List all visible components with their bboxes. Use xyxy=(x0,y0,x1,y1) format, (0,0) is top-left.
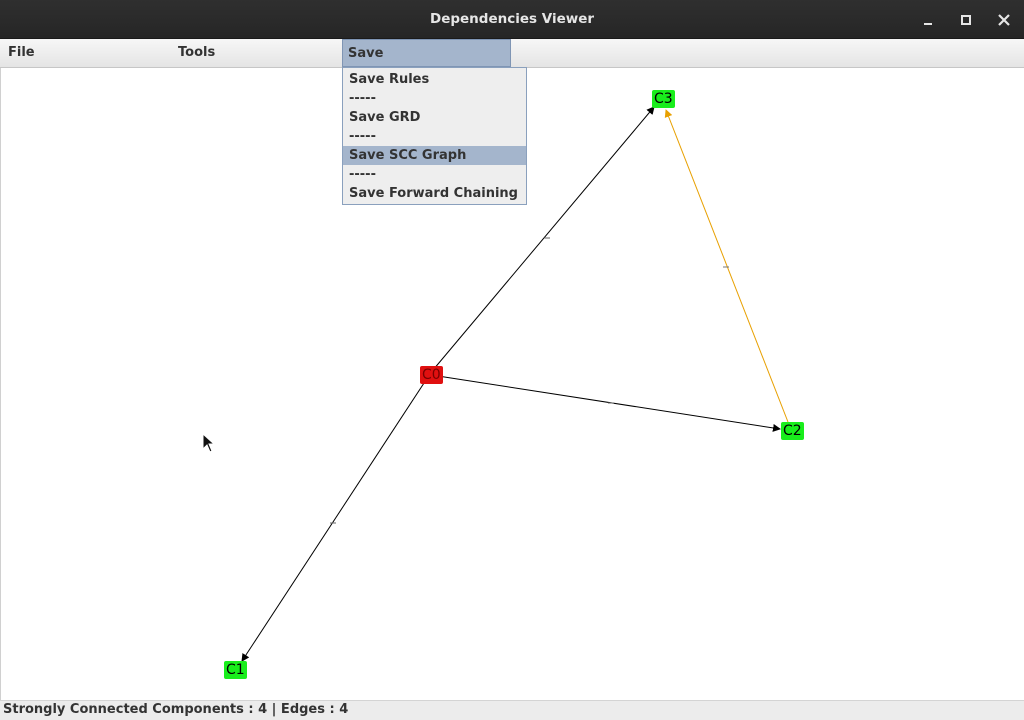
menu-separator: ----- xyxy=(349,91,376,106)
menu-item-save-grd[interactable]: Save GRD xyxy=(343,108,526,127)
node-c2[interactable]: C2 xyxy=(781,422,804,440)
status-bar: Strongly Connected Components : 4 | Edge… xyxy=(0,700,1024,720)
maximize-icon[interactable] xyxy=(956,10,976,30)
edge-c0-c1 xyxy=(241,379,427,662)
status-text: Strongly Connected Components : 4 | Edge… xyxy=(3,702,349,717)
minimize-icon[interactable] xyxy=(918,10,938,30)
close-icon[interactable] xyxy=(994,10,1014,30)
window-title: Dependencies Viewer xyxy=(429,11,595,27)
menu-separator: ----- xyxy=(349,167,376,182)
menu-save[interactable]: Save xyxy=(342,39,511,67)
node-c1[interactable]: C1 xyxy=(224,661,247,679)
menu-separator: ----- xyxy=(349,129,376,144)
mouse-pointer-icon xyxy=(202,432,216,457)
node-c0[interactable]: C0 xyxy=(420,366,443,384)
node-c3[interactable]: C3 xyxy=(652,90,675,108)
menu-tools[interactable]: Tools xyxy=(170,39,342,67)
menu-item-save-rules[interactable]: Save Rules xyxy=(343,70,526,89)
menu-item-save-scc-graph[interactable]: Save SCC Graph xyxy=(343,146,526,165)
title-bar: Dependencies Viewer xyxy=(0,0,1024,39)
menu-bar: File Tools Save xyxy=(0,39,1024,68)
menu-item-save-forward-chaining[interactable]: Save Forward Chaining xyxy=(343,184,526,203)
menu-file[interactable]: File xyxy=(0,39,170,67)
save-dropdown-menu: Save Rules ----- Save GRD ----- Save SCC… xyxy=(342,67,527,205)
edge-c2-c3 xyxy=(664,109,789,423)
